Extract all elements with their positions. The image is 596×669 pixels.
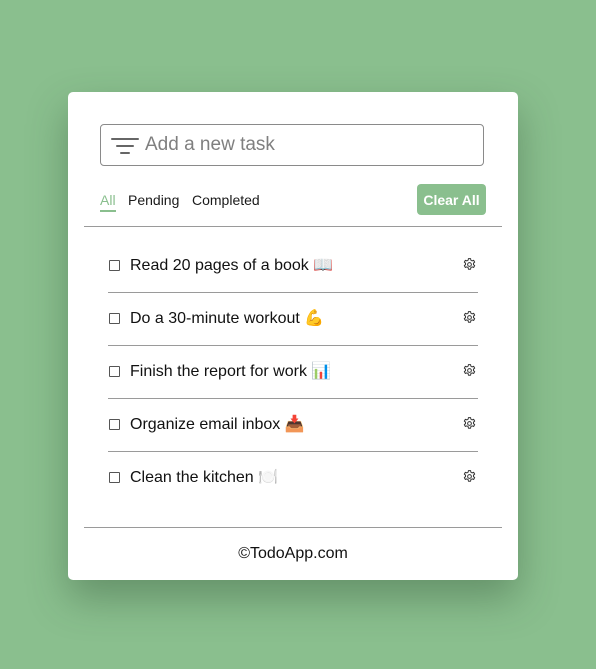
filter-lines-icon xyxy=(111,138,139,154)
gear-icon[interactable] xyxy=(462,416,477,431)
todo-card: All Pending Completed Clear All Read 20 … xyxy=(68,92,518,580)
gear-icon[interactable] xyxy=(462,310,477,325)
task-checkbox[interactable] xyxy=(109,260,120,271)
task-text: Read 20 pages of a book 📖 xyxy=(130,257,334,274)
task-text: Organize email inbox 📥 xyxy=(130,416,305,433)
task-list: Read 20 pages of a book 📖 Do a 30-minute… xyxy=(108,240,478,504)
new-task-input[interactable] xyxy=(145,125,475,165)
task-item: Do a 30-minute workout 💪 xyxy=(108,293,478,346)
gear-icon[interactable] xyxy=(462,257,477,272)
task-text: Do a 30-minute workout 💪 xyxy=(130,310,325,327)
footer-copyright: ©TodoApp.com xyxy=(238,545,348,562)
task-checkbox[interactable] xyxy=(109,419,120,430)
task-checkbox[interactable] xyxy=(109,366,120,377)
tab-completed[interactable]: Completed xyxy=(192,191,260,209)
gear-icon[interactable] xyxy=(462,469,477,484)
tab-all[interactable]: All xyxy=(100,191,116,212)
task-text: Clean the kitchen 🍽️ xyxy=(130,469,278,486)
gear-icon[interactable] xyxy=(462,363,477,378)
task-item: Finish the report for work 📊 xyxy=(108,346,478,399)
task-checkbox[interactable] xyxy=(109,472,120,483)
task-item: Read 20 pages of a book 📖 xyxy=(108,240,478,293)
task-text: Finish the report for work 📊 xyxy=(130,363,332,380)
tab-pending[interactable]: Pending xyxy=(128,191,179,209)
task-item: Clean the kitchen 🍽️ xyxy=(108,452,478,504)
task-input-wrapper xyxy=(100,124,484,166)
task-item: Organize email inbox 📥 xyxy=(108,399,478,452)
task-checkbox[interactable] xyxy=(109,313,120,324)
divider xyxy=(84,527,502,528)
divider xyxy=(84,226,502,227)
clear-all-button[interactable]: Clear All xyxy=(417,184,486,215)
